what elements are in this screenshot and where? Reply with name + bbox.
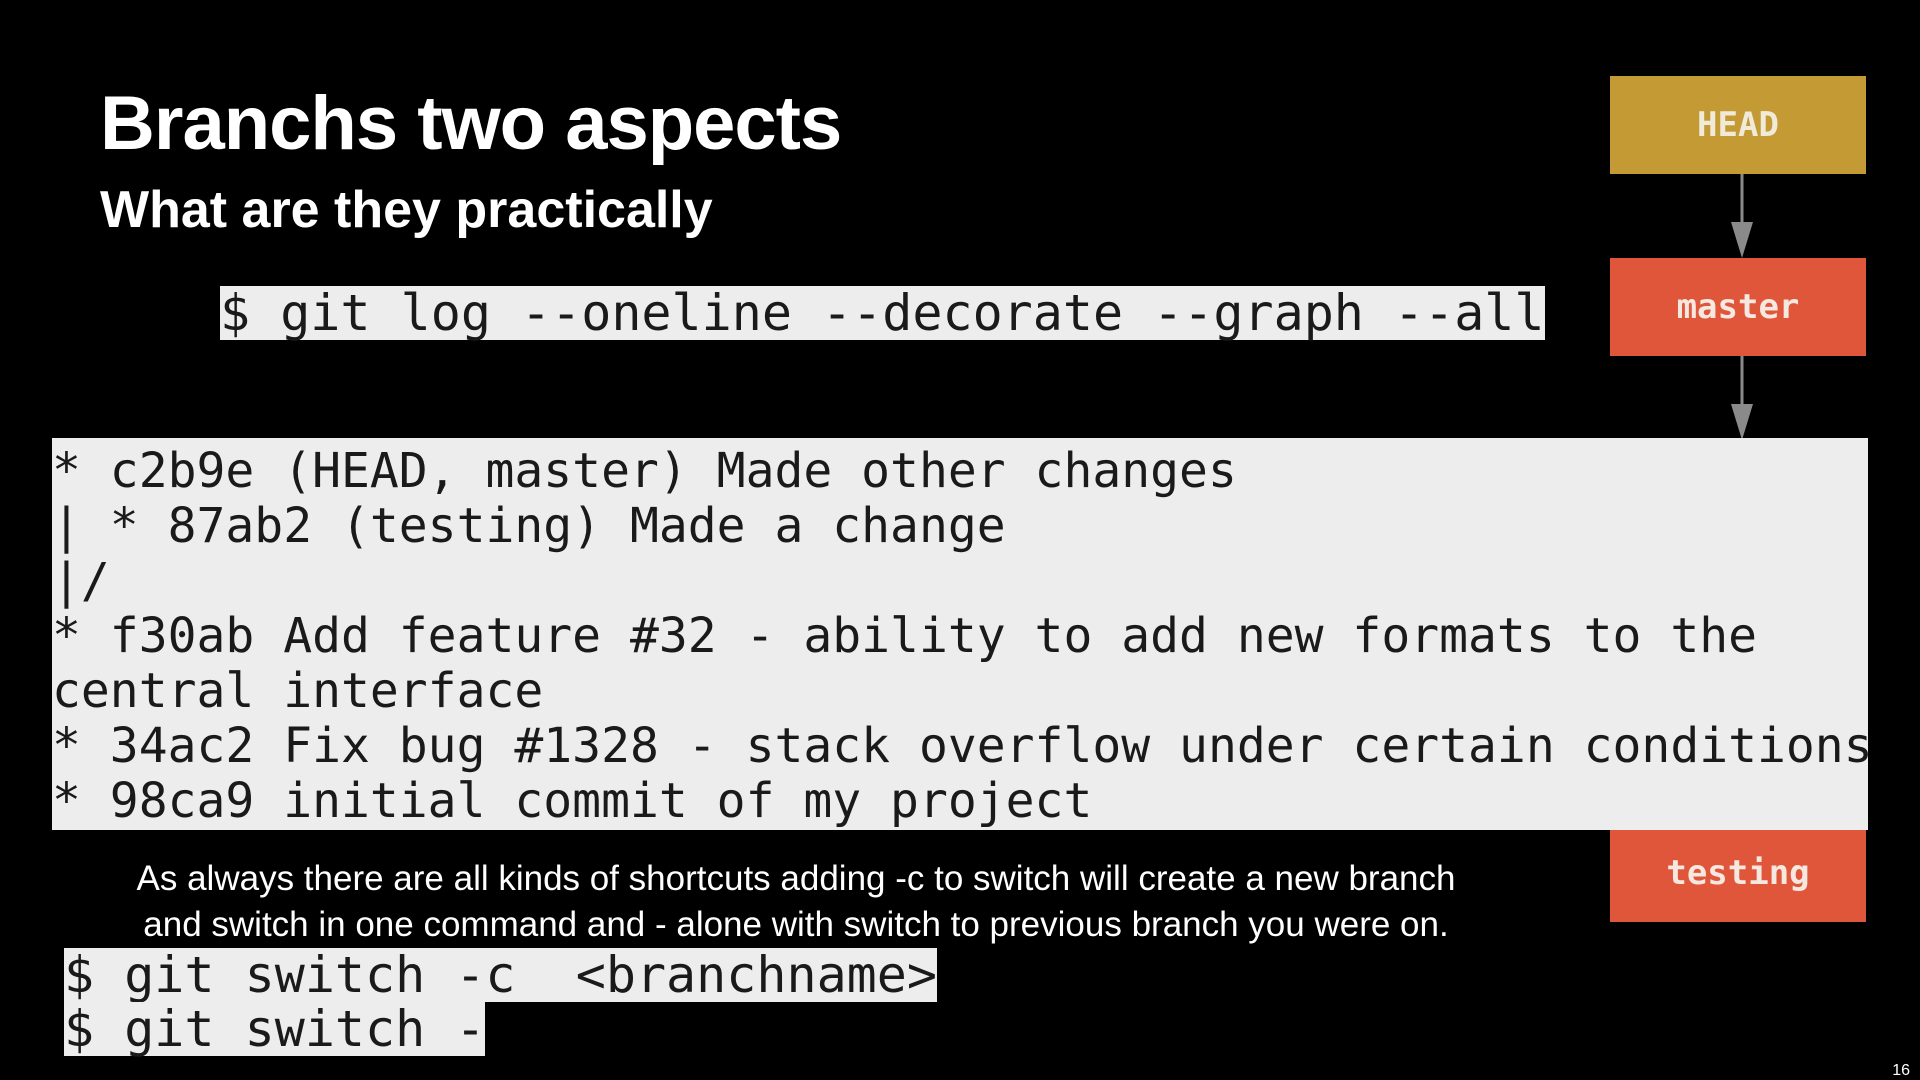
slide-subtitle: What are they practically <box>100 181 713 239</box>
log-line: * c2b9e (HEAD, master) Made other change… <box>52 443 1237 499</box>
slide-title: Branchs two aspects <box>100 81 842 166</box>
log-line: central interface <box>52 663 544 719</box>
master-to-commit-arrow-icon <box>1731 356 1753 440</box>
shortcut-note: As always there are all kinds of shortcu… <box>36 856 1556 948</box>
log-line: | * 87ab2 (testing) Made a change <box>52 498 1006 554</box>
master-branch-box: master <box>1610 258 1866 356</box>
head-pointer-box: HEAD <box>1610 76 1866 174</box>
head-to-master-arrow-icon <box>1731 174 1753 258</box>
shortcut-note-line: As always there are all kinds of shortcu… <box>136 859 1456 898</box>
log-line: |/ <box>52 553 110 609</box>
switch-create-command: $ git switch -c <branchname> <box>64 946 937 1004</box>
log-line: * f30ab Add feature #32 - ability to add… <box>52 608 1758 664</box>
testing-branch-box: testing <box>1610 824 1866 922</box>
git-log-command: $ git log --oneline --decorate --graph -… <box>220 284 1545 342</box>
log-line: * 98ca9 initial commit of my project <box>52 773 1093 829</box>
git-log-output: * c2b9e (HEAD, master) Made other change… <box>52 438 1873 830</box>
switch-previous-command: $ git switch - <box>64 1000 486 1058</box>
log-line: * 34ac2 Fix bug #1328 - stack overflow u… <box>52 718 1873 774</box>
shortcut-note-line: and switch in one command and - alone wi… <box>143 905 1449 944</box>
page-number: 16 <box>1892 1062 1910 1079</box>
